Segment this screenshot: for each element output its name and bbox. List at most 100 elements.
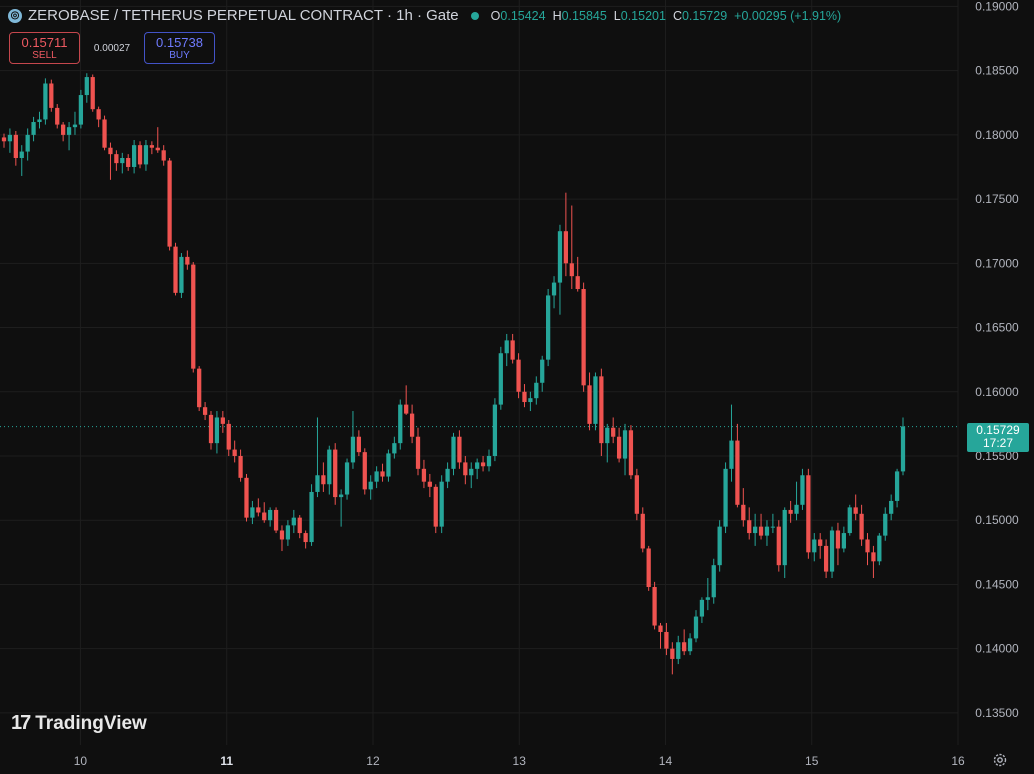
candle-body	[877, 535, 882, 562]
sell-price: 0.15711	[21, 34, 68, 50]
candle	[202, 402, 208, 421]
candle-body	[540, 359, 545, 383]
candle-body	[788, 509, 793, 514]
candle	[179, 253, 184, 298]
candle-body	[167, 160, 172, 247]
buy-price: 0.15738	[156, 34, 203, 50]
candle	[191, 262, 196, 373]
tradingview-logo[interactable]: 17 TradingView	[11, 712, 147, 735]
change-value: +0.00295 (+1.91%)	[734, 8, 842, 23]
price-tick-label: 0.17000	[975, 256, 1019, 270]
candle-body	[37, 119, 42, 123]
time-tick-label: 13	[513, 754, 527, 768]
candle-body	[741, 504, 746, 521]
candle	[587, 372, 592, 431]
settings-gear-icon[interactable]	[992, 752, 1008, 768]
candle	[66, 122, 72, 151]
candle-body	[149, 145, 154, 148]
candle-body	[717, 526, 722, 566]
candle	[581, 282, 586, 392]
candle-body	[1, 137, 7, 142]
candle	[753, 513, 758, 546]
candle-body	[658, 625, 663, 632]
candle-body	[285, 525, 291, 540]
candle-body	[546, 295, 551, 360]
candle-body	[889, 500, 894, 514]
candle	[61, 122, 66, 142]
candle-body	[185, 256, 190, 265]
candle	[415, 427, 421, 476]
candle	[268, 507, 273, 527]
candle	[522, 384, 527, 408]
candle-body	[599, 376, 604, 444]
candle	[78, 89, 84, 129]
candle-body	[735, 440, 740, 505]
candle-body	[356, 436, 361, 453]
time-tick-label: 15	[805, 754, 819, 768]
candle-body	[409, 413, 415, 437]
candle-body	[256, 507, 261, 513]
symbol-title[interactable]: ZEROBASE / TETHERUS PERPETUAL CONTRACT ·…	[28, 7, 459, 24]
candle	[883, 507, 888, 541]
candle	[197, 366, 202, 412]
candle	[569, 205, 574, 290]
candle-body	[415, 436, 421, 469]
candle-body	[321, 475, 326, 485]
candle	[108, 142, 113, 180]
candle	[84, 73, 89, 103]
candle-body	[871, 552, 876, 562]
sell-button[interactable]: 0.15711 SELL	[9, 32, 80, 64]
candle-body	[782, 509, 787, 566]
time-tick-label: 12	[366, 754, 380, 768]
candle-body	[433, 486, 438, 527]
candle	[682, 629, 687, 656]
candle	[143, 140, 149, 171]
candle	[279, 525, 285, 552]
candle	[634, 468, 639, 521]
candle-body	[534, 382, 539, 399]
candle	[723, 462, 728, 534]
candle-body	[634, 475, 639, 514]
candle	[90, 74, 95, 112]
candle-body	[522, 391, 527, 403]
candle	[120, 152, 125, 174]
candle-body	[670, 648, 675, 659]
candle	[628, 425, 634, 480]
candle-body	[770, 526, 776, 528]
candle	[741, 488, 746, 527]
candle	[758, 513, 764, 540]
candle-body	[794, 504, 799, 514]
candle-body	[315, 475, 320, 492]
candle-body	[102, 119, 107, 148]
buy-button[interactable]: 0.15738 BUY	[144, 32, 215, 64]
candle-body	[439, 481, 444, 527]
tradingview-logo-icon: 17	[11, 712, 31, 734]
candle-body	[622, 430, 628, 459]
candle-body	[605, 427, 610, 444]
candle-body	[581, 289, 586, 386]
candle-body	[19, 151, 24, 158]
candle-body	[120, 157, 125, 164]
candle	[167, 157, 172, 251]
candle	[705, 578, 710, 611]
candle-body	[711, 565, 716, 598]
candle-body	[457, 436, 462, 463]
candle	[788, 500, 793, 523]
candle-body	[226, 423, 231, 450]
candle-body	[699, 599, 705, 617]
candle-body	[220, 417, 225, 424]
price-tick-label: 0.14500	[975, 577, 1019, 591]
candle-body	[131, 145, 137, 167]
candle	[492, 398, 498, 462]
candle-body	[250, 507, 255, 518]
candle-body	[829, 530, 835, 572]
candlestick-chart[interactable]: 0.19000 0.18500 0.18000 0.17500 0.17000 0.165…	[0, 0, 1034, 774]
price-axis: 0.19000 0.18500 0.18000 0.17500 0.17000 0.165…	[975, 0, 1019, 720]
candle-body	[776, 526, 781, 566]
price-tick-label: 0.14000	[975, 642, 1019, 656]
candle	[894, 468, 900, 508]
logo-text: TradingView	[35, 712, 147, 734]
candle-body	[747, 520, 752, 534]
candle-body	[652, 587, 657, 626]
candle	[421, 459, 427, 489]
